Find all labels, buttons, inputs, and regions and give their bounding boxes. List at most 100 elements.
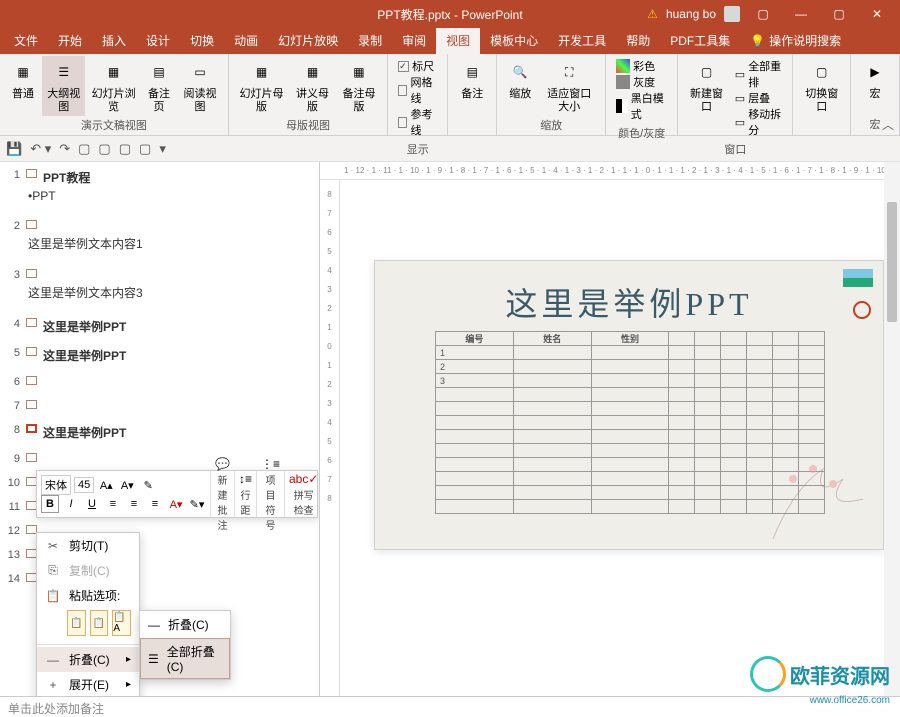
grow-font-button[interactable]: A▴ — [97, 476, 115, 494]
spellcheck-icon[interactable]: abc✓ — [289, 472, 318, 486]
gridlines-checkbox[interactable]: 网格线 — [398, 74, 437, 106]
paste-merge-formatting[interactable]: 📋 — [90, 610, 109, 636]
move-split-button[interactable]: ▭ 移动拆分 — [735, 106, 783, 138]
slide-shape-circle[interactable] — [853, 301, 871, 319]
menu-expand[interactable]: +展开(E)▸ — [37, 672, 139, 696]
qat-button-2[interactable]: ▢ — [98, 141, 110, 157]
align-button[interactable]: ≡ — [104, 495, 122, 513]
grayscale-button[interactable]: 灰度 — [616, 74, 667, 90]
notes-master-button[interactable]: ▦备注母版 — [337, 56, 381, 116]
new-comment-icon[interactable]: 💬 — [215, 457, 230, 471]
new-window-button[interactable]: ▢新建窗口 — [684, 56, 729, 140]
font-color-button[interactable]: A▾ — [167, 495, 185, 513]
tab-transition[interactable]: 切换 — [180, 27, 224, 54]
shrink-font-button[interactable]: A▾ — [118, 476, 136, 494]
tab-view[interactable]: 视图 — [436, 27, 480, 54]
slide-thumb[interactable] — [26, 400, 37, 409]
tab-animation[interactable]: 动画 — [224, 27, 268, 54]
bold-button[interactable]: B — [41, 495, 59, 513]
notes-button[interactable]: ▤备注 — [454, 56, 490, 131]
outline-title[interactable]: 这里是举例PPT — [43, 347, 126, 364]
line-spacing-icon[interactable]: ↕≡ — [239, 472, 252, 486]
blackwhite-button[interactable]: 黑白模式 — [616, 90, 667, 122]
collapse-ribbon-button[interactable]: ︿ — [882, 116, 894, 133]
slide-thumb[interactable] — [26, 169, 37, 178]
highlight-button[interactable]: ✎▾ — [188, 495, 206, 513]
tab-review[interactable]: 审阅 — [392, 27, 436, 54]
qat-button-4[interactable]: ▢ — [139, 141, 151, 157]
slide-master-button[interactable]: ▦幻灯片母版 — [235, 56, 289, 116]
vertical-scrollbar[interactable] — [884, 162, 900, 696]
color-button[interactable]: 彩色 — [616, 58, 667, 74]
slide-thumb[interactable] — [26, 376, 37, 385]
outline-title[interactable]: 这里是举例PPT — [43, 318, 126, 335]
switch-windows-button[interactable]: ▢切换窗口 — [799, 56, 844, 131]
tab-file[interactable]: 文件 — [4, 27, 48, 54]
scrollbar-thumb[interactable] — [887, 202, 897, 322]
macros-button[interactable]: ▶宏 — [857, 56, 893, 115]
tab-developer[interactable]: 开发工具 — [548, 27, 616, 54]
menu-collapse[interactable]: —折叠(C)▸ — [37, 647, 139, 672]
tab-design[interactable]: 设计 — [136, 27, 180, 54]
slide-image[interactable] — [843, 269, 873, 287]
menu-copy[interactable]: ⎘复制(C) — [37, 558, 139, 583]
tab-home[interactable]: 开始 — [48, 27, 92, 54]
tab-insert[interactable]: 插入 — [92, 27, 136, 54]
italic-button[interactable]: I — [62, 495, 80, 513]
submenu-collapse[interactable]: —折叠(C) — [140, 611, 230, 638]
notes-pane[interactable]: 单击此处添加备注 — [0, 696, 900, 716]
handout-master-button[interactable]: ▦讲义母版 — [290, 56, 334, 116]
normal-view-button[interactable]: ▦普通 — [6, 56, 40, 116]
outline-body[interactable]: •PPT — [0, 189, 319, 203]
tab-help[interactable]: 帮助 — [616, 27, 660, 54]
align-center-button[interactable]: ≡ — [125, 495, 143, 513]
horizontal-ruler[interactable]: 1 · 12 · 1 · 11 · 1 · 10 · 1 · 9 · 1 · 8… — [320, 162, 900, 180]
paste-text-only[interactable]: 📋A — [112, 610, 131, 636]
font-family-select[interactable]: 宋体 — [41, 475, 71, 495]
outline-body[interactable]: 这里是举例文本内容3 — [0, 284, 319, 301]
user-name[interactable]: huang bo — [666, 7, 716, 21]
undo-button[interactable]: ↶ ▾ — [30, 141, 51, 157]
outline-view-button[interactable]: ☰大纲视图 — [42, 56, 85, 116]
slide-canvas[interactable]: 这里是举例PPT 编号姓名性别 1 2 3 — [344, 180, 894, 696]
fit-window-button[interactable]: ⛶适应窗口大小 — [539, 56, 599, 116]
user-avatar[interactable] — [724, 6, 740, 22]
outline-title[interactable]: PPT教程 — [43, 169, 90, 186]
qat-button-3[interactable]: ▢ — [119, 141, 131, 157]
tab-slideshow[interactable]: 幻灯片放映 — [268, 27, 348, 54]
paste-keep-formatting[interactable]: 📋 — [67, 610, 86, 636]
bullets-icon[interactable]: ⋮≡ — [261, 457, 280, 471]
reading-view-button[interactable]: ▭阅读视图 — [178, 56, 221, 116]
qat-button-1[interactable]: ▢ — [78, 141, 90, 157]
slide-thumb[interactable] — [26, 318, 37, 327]
minimize-button[interactable]: — — [786, 4, 816, 24]
slide-title[interactable]: 这里是举例PPT — [375, 279, 883, 325]
slide-thumb[interactable] — [26, 453, 37, 462]
arrange-all-button[interactable]: ▭ 全部重排 — [735, 58, 783, 90]
tab-pdftools[interactable]: PDF工具集 — [660, 27, 740, 54]
slide-thumb-selected[interactable] — [26, 424, 37, 433]
outline-body[interactable]: 这里是举例文本内容1 — [0, 235, 319, 252]
qat-more-button[interactable]: ▾ — [159, 141, 166, 157]
notes-page-button[interactable]: ▤备注页 — [142, 56, 177, 116]
tab-record[interactable]: 录制 — [348, 27, 392, 54]
slide[interactable]: 这里是举例PPT 编号姓名性别 1 2 3 — [374, 260, 884, 550]
cascade-button[interactable]: ▭ 层叠 — [735, 90, 783, 106]
outline-title[interactable]: 这里是举例PPT — [43, 424, 126, 441]
close-button[interactable]: ✕ — [862, 4, 892, 24]
tell-me-search[interactable]: 💡操作说明搜索 — [740, 27, 851, 54]
outline-panel[interactable]: 1PPT教程 •PPT 2 这里是举例文本内容1 3 这里是举例文本内容3 4这… — [0, 162, 320, 696]
save-button[interactable]: 💾 — [6, 141, 22, 157]
slide-thumb[interactable] — [26, 347, 37, 356]
ruler-checkbox[interactable]: 标尺 — [398, 58, 437, 74]
align-right-button[interactable]: ≡ — [146, 495, 164, 513]
menu-cut[interactable]: ✂剪切(T) — [37, 533, 139, 558]
ribbon-options-button[interactable]: ▢ — [748, 4, 778, 24]
slide-sorter-button[interactable]: ▦幻灯片浏览 — [87, 56, 139, 116]
submenu-collapse-all[interactable]: ☰全部折叠(C) — [140, 638, 230, 679]
format-painter-button[interactable]: ✎ — [139, 476, 157, 494]
restore-button[interactable]: ▢ — [824, 4, 854, 24]
slide-thumb[interactable] — [26, 220, 37, 229]
redo-button[interactable]: ↷ — [59, 141, 70, 157]
underline-button[interactable]: U — [83, 495, 101, 513]
